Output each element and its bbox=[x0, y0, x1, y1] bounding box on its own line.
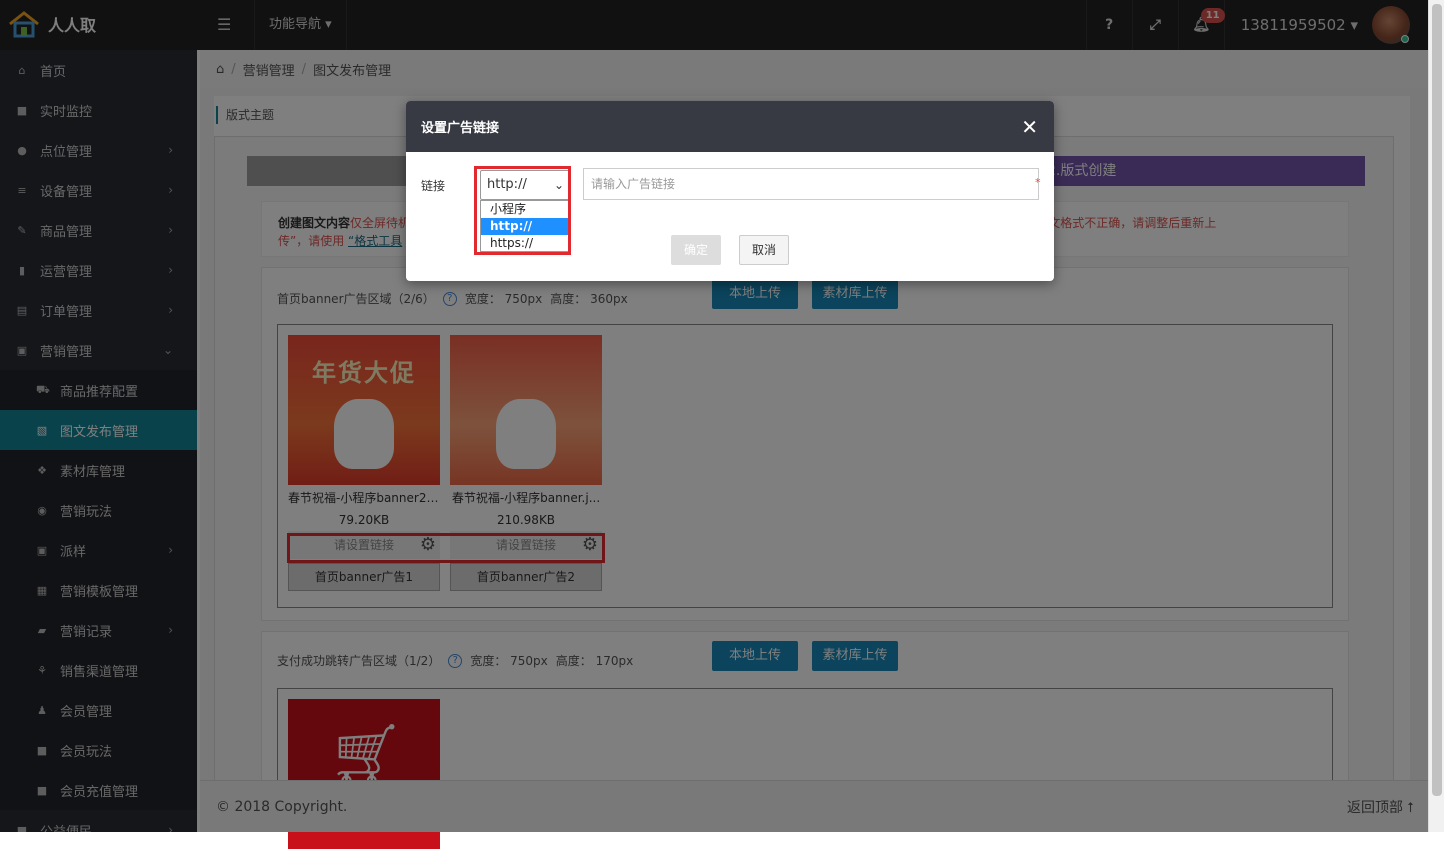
required-mark: * bbox=[1035, 176, 1041, 189]
scrollbar[interactable] bbox=[1428, 0, 1444, 832]
set-ad-link-modal: 设置广告链接 ✕ 链接 http://⌄ 小程序 http:// https:/… bbox=[406, 101, 1054, 281]
ad-link-input[interactable]: 请输入广告链接 bbox=[583, 168, 1039, 200]
cancel-button[interactable]: 取消 bbox=[739, 235, 789, 265]
modal-header: 设置广告链接 ✕ bbox=[406, 101, 1054, 152]
close-icon[interactable]: ✕ bbox=[1021, 117, 1038, 137]
modal-title: 设置广告链接 bbox=[421, 121, 500, 136]
link-label: 链接 bbox=[421, 179, 446, 193]
confirm-button[interactable]: 确定 bbox=[671, 235, 721, 265]
scrollbar-thumb[interactable] bbox=[1432, 4, 1442, 796]
highlight-box bbox=[474, 166, 571, 255]
